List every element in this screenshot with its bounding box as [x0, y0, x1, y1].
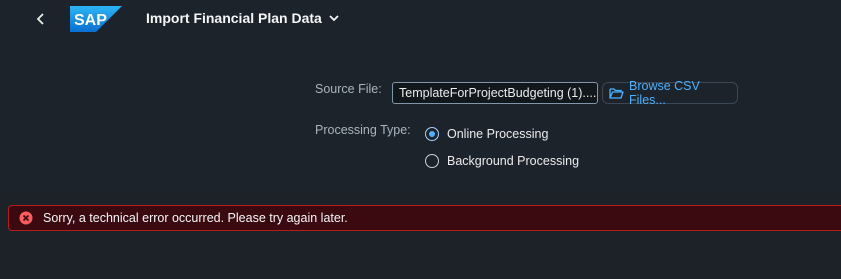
radio-unselected-icon[interactable]	[425, 154, 439, 168]
radio-background-processing[interactable]: Background Processing	[425, 154, 579, 168]
radio-selected-icon[interactable]	[425, 127, 439, 141]
processing-type-label: Processing Type:	[315, 123, 411, 137]
app-title-menu[interactable]: Import Financial Plan Data	[146, 10, 340, 26]
chevron-left-icon	[36, 13, 46, 25]
browse-label: Browse CSV Files...	[629, 79, 700, 107]
shell-header: SAP Import Financial Plan Data	[0, 0, 841, 39]
svg-text:SAP: SAP	[74, 12, 107, 29]
chevron-down-icon	[328, 12, 340, 24]
browse-csv-button[interactable]: Browse CSV Files...	[602, 79, 738, 107]
sap-logo[interactable]: SAP	[70, 6, 122, 32]
source-file-label: Source File:	[315, 82, 382, 96]
error-message-strip: Sorry, a technical error occurred. Pleas…	[8, 205, 841, 231]
error-circle-icon	[19, 211, 33, 225]
source-file-field[interactable]: TemplateForProjectBudgeting (1)....	[392, 82, 598, 104]
page-title: Import Financial Plan Data	[146, 10, 322, 26]
error-message-text: Sorry, a technical error occurred. Pleas…	[43, 211, 348, 225]
app-shell: SAP Import Financial Plan Data Source Fi…	[0, 0, 841, 279]
back-button[interactable]	[30, 8, 52, 30]
radio-label-online: Online Processing	[447, 127, 549, 141]
radio-label-background: Background Processing	[447, 154, 580, 168]
import-form: Source File: TemplateForProjectBudgeting…	[0, 38, 841, 190]
folder-open-icon	[609, 87, 624, 99]
radio-online-processing[interactable]: Online Processing	[425, 127, 548, 141]
